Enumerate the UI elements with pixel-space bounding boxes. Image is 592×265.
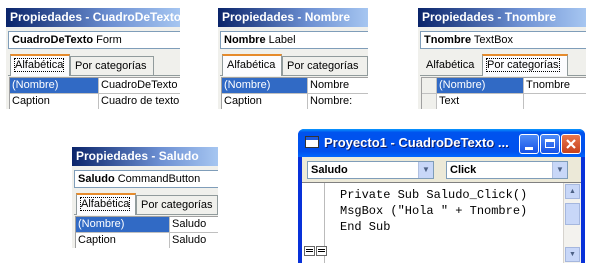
scroll-up-icon[interactable]: ▲ (565, 184, 580, 199)
tab-strip: Alfabética Por categorías (74, 192, 218, 215)
code-line: MsgBox ("Hola " + Tnombre) (340, 204, 528, 218)
vertical-scrollbar[interactable]: ▲ ▼ (563, 183, 581, 263)
object-selector[interactable]: Nombre Label (220, 31, 368, 49)
property-name: (Nombre) (437, 78, 524, 93)
tab-por-categorias[interactable]: Por categorías (282, 56, 368, 75)
tab-por-categorias[interactable]: Por categorías (482, 54, 568, 76)
property-value[interactable]: CuadroDeTexto (99, 78, 180, 93)
code-window-body: Saludo ▼ Click ▼ Private Sub Saludo_Clic… (302, 157, 581, 263)
table-row[interactable]: Caption Nombre: (222, 94, 368, 109)
object-name: CuadroDeTexto (12, 34, 94, 46)
tab-alfabetica[interactable]: Alfabética (222, 54, 282, 76)
view-buttons (304, 243, 328, 261)
close-button[interactable] (561, 134, 581, 154)
table-row[interactable]: (Nombre) Tnombre (422, 78, 586, 94)
property-name: (Nombre) (76, 217, 170, 232)
tab-alfabetica[interactable]: Alfabética (10, 54, 70, 76)
code-text[interactable]: Private Sub Saludo_Click() MsgBox ("Hola … (340, 187, 527, 235)
property-grid: (Nombre) Saludo Caption Saludo (75, 216, 218, 248)
row-gutter (422, 94, 437, 109)
properties-panel-tnombre: Propiedades - Tnombre Tnombre TextBox Al… (418, 8, 586, 109)
properties-panel-saludo: Propiedades - Saludo Saludo CommandButto… (72, 147, 218, 248)
minimize-icon (525, 147, 533, 150)
property-name: (Nombre) (222, 78, 308, 93)
tab-strip: Alfabética Por categorías (8, 53, 180, 76)
scroll-down-icon[interactable]: ▼ (565, 247, 580, 262)
properties-panel-nombre: Propiedades - Nombre Nombre Label Alfabé… (218, 8, 368, 109)
table-row[interactable]: Caption Cuadro de texto (10, 94, 180, 109)
minimize-button[interactable] (519, 134, 539, 154)
property-grid: (Nombre) Nombre Caption Nombre: (221, 77, 368, 109)
code-window: Proyecto1 - CuadroDeTexto ... Saludo ▼ C… (298, 129, 585, 263)
property-value[interactable]: Saludo (170, 217, 218, 232)
tab-alfabetica[interactable]: Alfabética (76, 193, 136, 215)
object-selector[interactable]: Tnombre TextBox (420, 31, 586, 49)
property-value[interactable]: Cuadro de texto (99, 94, 180, 109)
chevron-down-icon: ▼ (418, 162, 433, 178)
maximize-icon (545, 139, 555, 148)
object-type: TextBox (473, 34, 514, 46)
property-name: Text (437, 94, 524, 109)
property-value[interactable]: Saludo (170, 233, 218, 248)
table-row[interactable]: Text (422, 94, 586, 109)
object-name: Nombre (224, 34, 266, 46)
object-name: Saludo (78, 173, 115, 185)
code-window-titlebar[interactable]: Proyecto1 - CuadroDeTexto ... (298, 129, 585, 157)
object-selector[interactable]: CuadroDeTexto Form (8, 31, 180, 49)
property-name: (Nombre) (10, 78, 99, 93)
code-window-title: Proyecto1 - CuadroDeTexto ... (324, 135, 509, 150)
tab-por-categorias[interactable]: Por categorías (136, 195, 218, 214)
object-dropdown-value: Saludo (311, 164, 348, 176)
panel-title: Propiedades - Tnombre (418, 8, 586, 27)
property-grid: (Nombre) CuadroDeTexto Caption Cuadro de… (9, 77, 180, 109)
table-row[interactable]: (Nombre) Saludo (76, 217, 218, 233)
properties-panel-cuadrodetexto: Propiedades - CuadroDeTexto CuadroDeText… (6, 8, 180, 109)
full-module-view-icon[interactable] (316, 246, 327, 256)
property-value[interactable] (524, 94, 586, 109)
panel-title: Propiedades - Saludo (72, 147, 218, 166)
property-grid: (Nombre) Tnombre Text (421, 77, 586, 109)
code-line: End Sub (340, 220, 391, 234)
chevron-down-icon: ▼ (552, 162, 567, 178)
panel-title: Propiedades - CuadroDeTexto (6, 8, 180, 27)
property-name: Caption (10, 94, 99, 109)
form-window-icon (305, 136, 319, 148)
object-type: Label (268, 34, 296, 46)
close-icon (566, 139, 576, 149)
property-value[interactable]: Nombre: (308, 94, 368, 109)
object-type: CommandButton (117, 173, 201, 185)
tab-por-categorias[interactable]: Por categorías (70, 56, 154, 75)
object-type: Form (96, 34, 122, 46)
property-value[interactable]: Tnombre (524, 78, 586, 93)
procedure-dropdown-value: Click (450, 164, 477, 176)
scroll-thumb[interactable] (565, 203, 580, 225)
table-row[interactable]: (Nombre) CuadroDeTexto (10, 78, 180, 94)
tab-alfabetica[interactable]: Alfabética (422, 56, 482, 75)
code-editor[interactable]: Private Sub Saludo_Click() MsgBox ("Hola … (302, 182, 581, 263)
table-row[interactable]: (Nombre) Nombre (222, 78, 368, 94)
object-dropdown[interactable]: Saludo ▼ (307, 161, 434, 179)
property-name: Caption (76, 233, 170, 248)
object-selector[interactable]: Saludo CommandButton (74, 170, 218, 188)
table-row[interactable]: Caption Saludo (76, 233, 218, 248)
panel-title: Propiedades - Nombre (218, 8, 368, 27)
property-value[interactable]: Nombre (308, 78, 368, 93)
procedure-dropdown[interactable]: Click ▼ (446, 161, 568, 179)
object-name: Tnombre (424, 34, 472, 46)
tab-strip: Alfabética Por categorías (220, 53, 368, 76)
tab-strip: Alfabética Por categorías (420, 53, 586, 76)
property-name: Caption (222, 94, 308, 109)
procedure-view-icon[interactable] (304, 246, 315, 256)
maximize-button[interactable] (540, 134, 560, 154)
code-line: Private Sub Saludo_Click() (340, 188, 528, 202)
row-gutter (422, 78, 437, 93)
